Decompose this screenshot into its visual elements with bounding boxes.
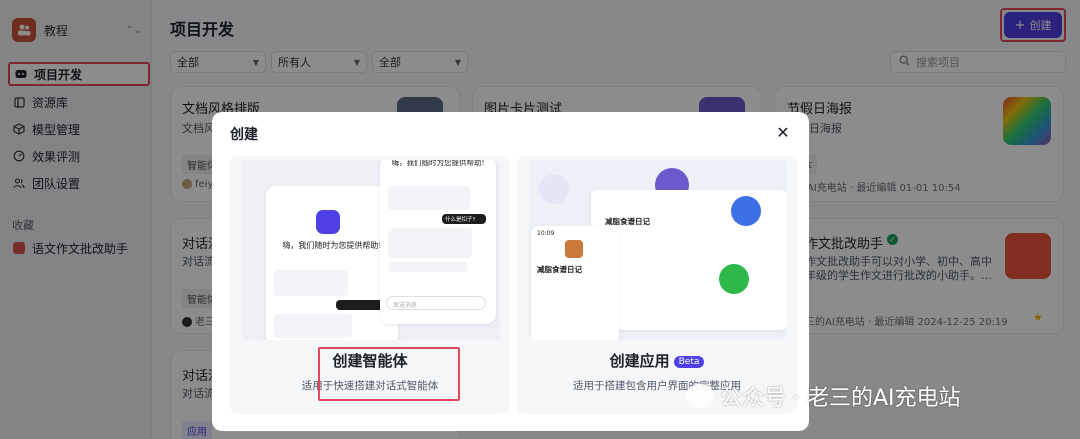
bot-bubble — [388, 228, 472, 258]
create-agent-option[interactable]: 嗨，我们随时为您提供帮助! 嗨，我们随时为您提供帮助! 什么是扣子? 发送消息 … — [230, 156, 510, 414]
bot-bubble — [274, 270, 348, 296]
agent-preview-illustration: 嗨，我们随时为您提供帮助! 嗨，我们随时为您提供帮助! 什么是扣子? 发送消息 — [242, 160, 500, 340]
beta-badge: Beta — [673, 355, 705, 368]
user-bubble — [336, 300, 386, 310]
bot-bubble — [388, 262, 468, 272]
app-preview-title-mobile: 减脂食谱日记 — [537, 265, 582, 274]
close-icon[interactable]: ✕ — [773, 122, 793, 142]
user-bubble: 什么是扣子? — [442, 214, 486, 224]
create-app-option[interactable]: 减脂食谱日记 10:09 减脂食谱日记 创建应用 Beta 适用于搭建包含用户界面… — [517, 156, 797, 414]
watermark: 公众号 · 老三的AI充电站 — [686, 380, 961, 412]
bot-avatar-icon — [316, 210, 340, 234]
food-image — [565, 240, 583, 258]
app-preview-mobile: 10:09 减脂食谱日记 — [531, 226, 619, 340]
agent-preview-chat: 嗨，我们随时为您提供帮助! 什么是扣子? 发送消息 — [380, 160, 496, 324]
bot-bubble — [388, 186, 470, 210]
agent-preview-phone: 嗨，我们随时为您提供帮助! — [266, 186, 398, 340]
watermark-text: 公众号 · 老三的AI充电站 — [720, 386, 961, 411]
chat-input-preview: 发送消息 — [386, 296, 486, 310]
app-preview-time: 10:09 — [537, 230, 555, 237]
agent-greeting-top: 嗨，我们随时为您提供帮助! — [391, 160, 485, 167]
agent-greeting: 嗨，我们随时为您提供帮助! — [282, 241, 382, 250]
share-icon — [719, 264, 749, 294]
bot-bubble — [274, 314, 352, 338]
highlight-box — [318, 347, 460, 401]
option-title: 创建应用 Beta — [517, 350, 797, 371]
wechat-icon — [686, 384, 714, 408]
doc-icon — [539, 174, 569, 204]
app-preview-illustration: 减脂食谱日记 10:09 减脂食谱日记 — [529, 160, 787, 340]
modal-title: 创建 — [230, 127, 258, 143]
palette-icon — [731, 196, 761, 226]
